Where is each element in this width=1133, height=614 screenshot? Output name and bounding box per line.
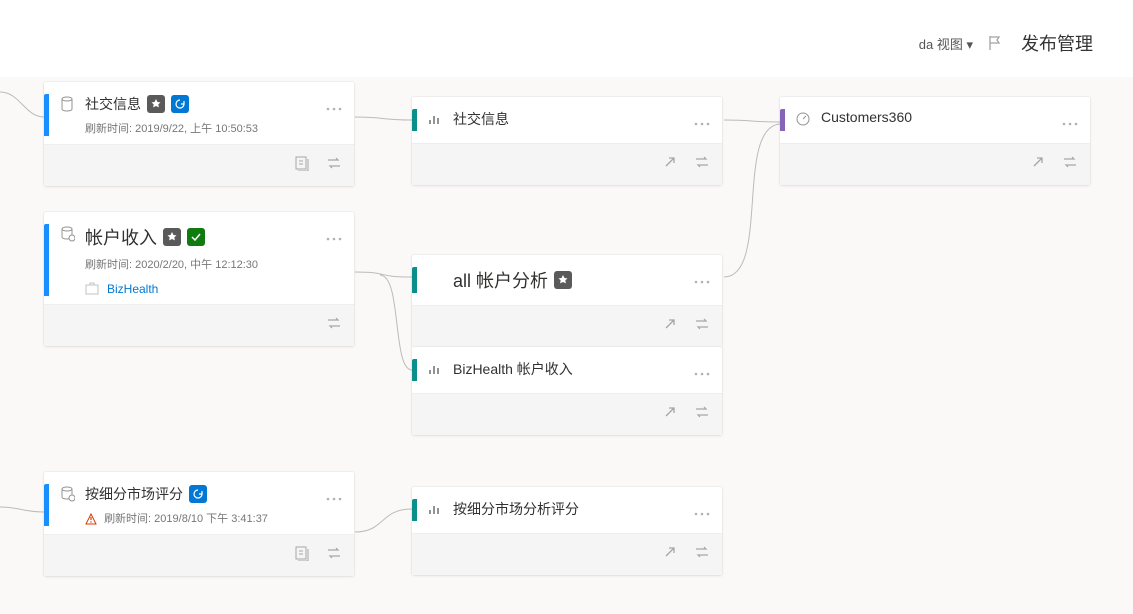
bar-chart-icon xyxy=(427,361,443,377)
dataset-card-segment-rating[interactable]: 按细分市场评分 刷新时间: 2019/8/10 下午 3:41:37 xyxy=(44,472,354,576)
card-title: Customers360 xyxy=(821,109,912,125)
swap-icon[interactable] xyxy=(326,155,342,176)
open-icon[interactable] xyxy=(662,154,678,175)
card-accent xyxy=(44,94,49,136)
report-card-segment-analysis[interactable]: 按细分市场分析评分 xyxy=(412,487,722,575)
card-footer xyxy=(44,534,354,576)
report-icon[interactable] xyxy=(294,545,310,566)
card-title: 社交信息 xyxy=(85,94,141,114)
open-icon[interactable] xyxy=(662,316,678,337)
report-card-social[interactable]: 社交信息 xyxy=(412,97,722,185)
swap-icon[interactable] xyxy=(694,316,710,337)
card-footer xyxy=(44,144,354,186)
card-footer xyxy=(412,393,722,435)
publish-management-link[interactable]: 发布管理 xyxy=(1021,30,1093,56)
swap-icon[interactable] xyxy=(694,154,710,175)
more-icon[interactable] xyxy=(694,113,710,131)
lineage-canvas: 社交信息 刷新时间: 2019/9/22, 上午 10:50:53 帐户收入 xyxy=(0,77,1133,614)
report-card-bizhealth-income[interactable]: BizHealth 帐户收入 xyxy=(412,347,722,435)
report-card-account-analysis[interactable]: all 帐户分析 xyxy=(412,255,722,347)
open-icon[interactable] xyxy=(662,544,678,565)
more-icon[interactable] xyxy=(694,503,710,521)
top-toolbar: da 视图 ▾ 发布管理 xyxy=(919,30,1093,56)
gauge-icon xyxy=(795,111,811,127)
warning-icon xyxy=(85,513,97,525)
dataflow-icon xyxy=(59,486,75,502)
card-accent xyxy=(44,224,49,296)
bar-chart-icon xyxy=(427,501,443,517)
refresh-time: 刷新时间: 2019/9/22, 上午 10:50:53 xyxy=(85,120,326,136)
more-icon[interactable] xyxy=(694,363,710,381)
card-footer xyxy=(44,304,354,346)
workspace-icon xyxy=(85,282,99,296)
more-icon[interactable] xyxy=(694,271,710,289)
card-title: 按细分市场评分 xyxy=(85,484,183,504)
card-footer xyxy=(412,533,722,575)
dashboard-card-customers360[interactable]: Customers360 xyxy=(780,97,1090,185)
card-title: 社交信息 xyxy=(453,109,509,129)
badge-refresh-icon xyxy=(171,95,189,113)
dataset-card-social[interactable]: 社交信息 刷新时间: 2019/9/22, 上午 10:50:53 xyxy=(44,82,354,186)
refresh-time: 刷新时间: 2019/8/10 下午 3:41:37 xyxy=(85,510,326,526)
card-footer xyxy=(412,143,722,185)
card-accent xyxy=(412,359,417,381)
badge-endorse-icon xyxy=(147,95,165,113)
workspace-link[interactable]: BizHealth xyxy=(85,282,326,296)
database-icon xyxy=(59,96,75,112)
more-icon[interactable] xyxy=(326,98,342,116)
swap-icon[interactable] xyxy=(326,315,342,336)
card-accent xyxy=(412,499,417,521)
swap-icon[interactable] xyxy=(694,404,710,425)
refresh-time: 刷新时间: 2020/2/20, 中午 12:12:30 xyxy=(85,256,326,272)
swap-icon[interactable] xyxy=(326,545,342,566)
swap-icon[interactable] xyxy=(694,544,710,565)
more-icon[interactable] xyxy=(1062,113,1078,131)
more-icon[interactable] xyxy=(326,488,342,506)
badge-refresh-icon xyxy=(189,485,207,503)
card-accent xyxy=(780,109,785,131)
card-title: BizHealth 帐户收入 xyxy=(453,359,573,379)
more-icon[interactable] xyxy=(326,228,342,246)
card-accent xyxy=(44,484,49,526)
badge-endorse-icon xyxy=(554,271,572,289)
card-accent xyxy=(412,267,417,293)
card-title: 按细分市场分析评分 xyxy=(453,499,579,519)
workspace-name: BizHealth xyxy=(107,282,158,296)
card-accent xyxy=(412,109,417,131)
card-footer xyxy=(412,305,722,347)
dataflow-icon xyxy=(59,226,75,242)
open-icon[interactable] xyxy=(662,404,678,425)
badge-endorse-icon xyxy=(163,228,181,246)
swap-icon[interactable] xyxy=(1062,154,1078,175)
badge-certified-icon xyxy=(187,228,205,246)
bar-chart-icon xyxy=(427,111,443,127)
dataset-card-account-income[interactable]: 帐户收入 刷新时间: 2020/2/20, 中午 12:12:30 BizHea… xyxy=(44,212,354,346)
card-footer xyxy=(780,143,1090,185)
report-icon[interactable] xyxy=(294,155,310,176)
open-icon[interactable] xyxy=(1030,154,1046,175)
card-title: all 帐户分析 xyxy=(453,267,548,293)
flag-icon xyxy=(987,35,1003,51)
card-title: 帐户收入 xyxy=(85,224,157,250)
view-dropdown[interactable]: da 视图 ▾ xyxy=(919,34,973,53)
